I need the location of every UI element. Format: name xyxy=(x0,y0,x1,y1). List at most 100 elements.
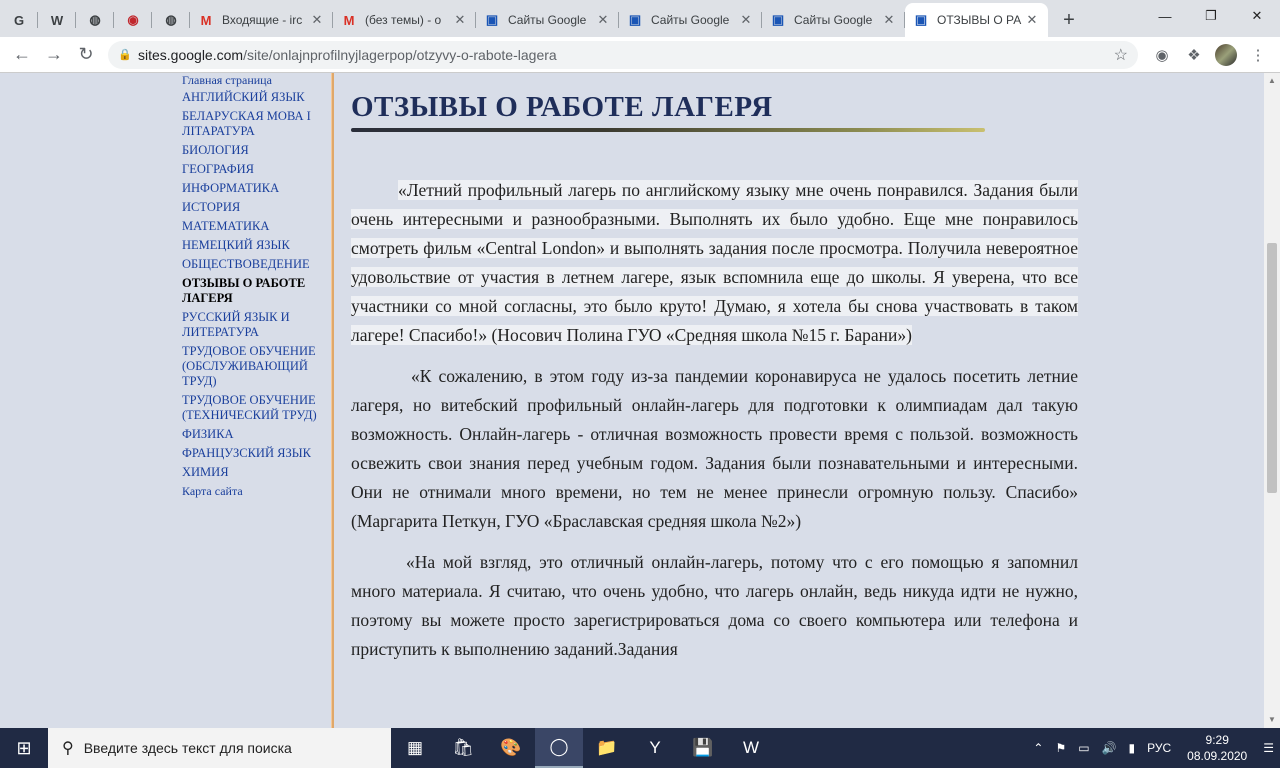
tab[interactable]: M (без темы) - о ✕ xyxy=(333,3,476,37)
floppy-save-icon[interactable]: 💾 xyxy=(679,728,727,768)
monitor-icon[interactable]: ▭ xyxy=(1078,741,1089,755)
google-sites-icon: ▣ xyxy=(628,12,642,27)
google-sites-icon: ▣ xyxy=(771,12,785,27)
yandex-browser-icon[interactable]: Y xyxy=(631,728,679,768)
sidebar-item[interactable]: ГЕОГРАФИЯ xyxy=(182,162,330,177)
puzzle-icon[interactable]: ❖ xyxy=(1178,39,1210,71)
sidebar-item[interactable]: ТРУДОВОЕ ОБУЧЕНИЕ (ОБСЛУЖИВАЮЩИЙ ТРУД) xyxy=(182,344,330,389)
sidebar-item[interactable]: БИОЛОГИЯ xyxy=(182,143,330,158)
tab[interactable]: ▣ Сайты Google ✕ xyxy=(619,3,762,37)
tab-pinned[interactable]: W xyxy=(38,3,76,37)
review-paragraph: «К сожалению, в этом году из-за пандемии… xyxy=(351,362,1078,536)
page-content: ОТЗЫВЫ О РАБОТЕ ЛАГЕРЯ «Летний профильны… xyxy=(351,73,1078,664)
vertical-scrollbar[interactable]: ▲ ▼ xyxy=(1264,73,1280,728)
tab-active[interactable]: ▣ ОТЗЫВЫ О РА ✕ xyxy=(905,3,1048,37)
tab-pinned[interactable]: ◉ xyxy=(114,3,152,37)
opera-icon: ◉ xyxy=(127,12,139,27)
globe-icon: ◍ xyxy=(89,12,101,27)
windows-start-icon[interactable]: ⊞ xyxy=(0,728,48,768)
sidebar-item[interactable]: ТРУДОВОЕ ОБУЧЕНИЕ (ТЕХНИЧЕСКИЙ ТРУД) xyxy=(182,393,330,423)
google-icon: G xyxy=(13,12,25,28)
scrollbar-thumb[interactable] xyxy=(1267,243,1277,493)
sidebar-item[interactable]: ОБЩЕСТВОВЕДЕНИЕ xyxy=(182,257,330,272)
back-icon[interactable]: ← xyxy=(6,39,38,71)
review-text: «К сожалению, в этом году из-за пандемии… xyxy=(351,366,1078,531)
volume-icon[interactable]: 🔊 xyxy=(1102,741,1117,755)
sidebar-item-current[interactable]: ОТЗЫВЫ О РАБОТЕ ЛАГЕРЯ xyxy=(182,276,330,306)
tab[interactable]: ▣ Сайты Google ✕ xyxy=(476,3,619,37)
avatar xyxy=(1215,43,1237,66)
close-tab-icon[interactable]: ✕ xyxy=(595,12,611,28)
task-view-icon[interactable]: ▦ xyxy=(391,728,439,768)
word-icon[interactable]: W xyxy=(727,728,775,768)
tab-title: (без темы) - о xyxy=(365,13,442,27)
tab[interactable]: M Входящие - irc ✕ xyxy=(190,3,333,37)
sidebar-item[interactable]: РУССКИЙ ЯЗЫК И ЛИТЕРАТУРА xyxy=(182,310,330,340)
minimize-icon[interactable]: — xyxy=(1142,0,1188,32)
tab-title: Входящие - irc xyxy=(222,13,303,27)
gmail-icon: M xyxy=(200,12,212,28)
sidebar-item[interactable]: ХИМИЯ xyxy=(182,465,330,480)
sidebar-item[interactable]: МАТЕМАТИКА xyxy=(182,219,330,234)
sidebar-item[interactable]: ФРАНЦУЗСКИЙ ЯЗЫК xyxy=(182,446,330,461)
scroll-up-icon[interactable]: ▲ xyxy=(1264,73,1280,89)
scroll-down-icon[interactable]: ▼ xyxy=(1264,712,1280,728)
bookmark-star-icon[interactable]: ☆ xyxy=(1114,45,1128,65)
notification-icon[interactable]: ☰ xyxy=(1263,741,1274,755)
sidebar-item[interactable]: ФИЗИКА xyxy=(182,427,330,442)
reload-icon[interactable]: ↻ xyxy=(70,39,102,71)
sidebar-item[interactable]: Карта сайта xyxy=(182,484,330,499)
taskbar-search-box[interactable]: ⚲ Введите здесь текст для поиска xyxy=(48,728,391,768)
tab-title: Сайты Google xyxy=(794,13,873,27)
window-controls: — ❐ ✕ xyxy=(1142,0,1280,32)
store-icon[interactable]: 🛍 xyxy=(439,728,487,768)
search-icon: ⚲ xyxy=(62,740,74,757)
wikipedia-icon: W xyxy=(50,12,64,28)
sidebar-item[interactable]: ИСТОРИЯ xyxy=(182,200,330,215)
forward-icon[interactable]: → xyxy=(38,39,70,71)
close-tab-icon[interactable]: ✕ xyxy=(452,12,468,28)
google-sites-icon: ▣ xyxy=(914,12,928,27)
sidebar-item[interactable]: АНГЛИЙСКИЙ ЯЗЫК xyxy=(182,90,330,105)
url-path: /site/onlajnprofilnyjlagerpop/otzyvy-o-r… xyxy=(243,46,557,63)
browser-toolbar: ← → ↻ 🔒 sites.google.com/site/onlajnprof… xyxy=(0,37,1280,73)
chrome-icon[interactable]: ◯ xyxy=(535,728,583,768)
review-text: «Летний профильный лагерь по английскому… xyxy=(351,180,1078,345)
tab-title: Сайты Google xyxy=(651,13,730,27)
profile-avatar[interactable] xyxy=(1210,39,1242,71)
sidebar-item[interactable]: БЕЛАРУСКАЯ МОВА І ЛІТАРАТУРА xyxy=(182,109,330,139)
flag-icon[interactable]: ⚑ xyxy=(1055,741,1066,755)
close-tab-icon[interactable]: ✕ xyxy=(881,12,897,28)
title-underline xyxy=(351,128,985,132)
tab-pinned[interactable]: G xyxy=(0,3,38,37)
close-tab-icon[interactable]: ✕ xyxy=(738,12,754,28)
sidebar-item[interactable]: Главная страница xyxy=(182,73,330,88)
close-tab-icon[interactable]: ✕ xyxy=(1024,12,1040,28)
tab-pinned[interactable]: ◍ xyxy=(152,3,190,37)
new-tab-button[interactable]: + xyxy=(1054,5,1084,35)
review-paragraph: «Летний профильный лагерь по английскому… xyxy=(351,176,1078,350)
clock-time: 9:29 xyxy=(1205,733,1229,747)
restore-icon[interactable]: ❐ xyxy=(1188,0,1234,32)
close-tab-icon[interactable]: ✕ xyxy=(309,12,325,28)
close-window-icon[interactable]: ✕ xyxy=(1234,0,1280,32)
file-explorer-icon[interactable]: 📁 xyxy=(583,728,631,768)
sidebar-item[interactable]: ИНФОРМАТИКА xyxy=(182,181,330,196)
tab[interactable]: ▣ Сайты Google ✕ xyxy=(762,3,905,37)
paint-icon[interactable]: 🎨 xyxy=(487,728,535,768)
address-bar[interactable]: 🔒 sites.google.com/site/onlajnprofilnyjl… xyxy=(108,40,1138,69)
page-viewport: Главная страница АНГЛИЙСКИЙ ЯЗЫК БЕЛАРУСКА… xyxy=(0,73,1280,728)
windows-taskbar: ⊞ ⚲ Введите здесь текст для поиска ▦ 🛍 🎨… xyxy=(0,728,1280,768)
site-sidebar-nav: Главная страница АНГЛИЙСКИЙ ЯЗЫК БЕЛАРУСКА… xyxy=(182,73,330,503)
menu-kebab-icon[interactable]: ⋮ xyxy=(1242,39,1274,71)
tab-pinned[interactable]: ◍ xyxy=(76,3,114,37)
page-title: ОТЗЫВЫ О РАБОТЕ ЛАГЕРЯ xyxy=(351,91,773,123)
language-indicator[interactable]: РУС xyxy=(1147,741,1171,755)
extension-icon[interactable]: ◉ xyxy=(1146,39,1178,71)
tab-title: ОТЗЫВЫ О РА xyxy=(937,13,1022,27)
chevron-up-icon[interactable]: ⌃ xyxy=(1033,741,1043,755)
lock-icon: 🔒 xyxy=(118,49,132,61)
sidebar-item[interactable]: НЕМЕЦКИЙ ЯЗЫК xyxy=(182,238,330,253)
battery-icon[interactable]: ▮ xyxy=(1129,741,1136,755)
clock[interactable]: 9:29 08.09.2020 xyxy=(1187,732,1247,764)
